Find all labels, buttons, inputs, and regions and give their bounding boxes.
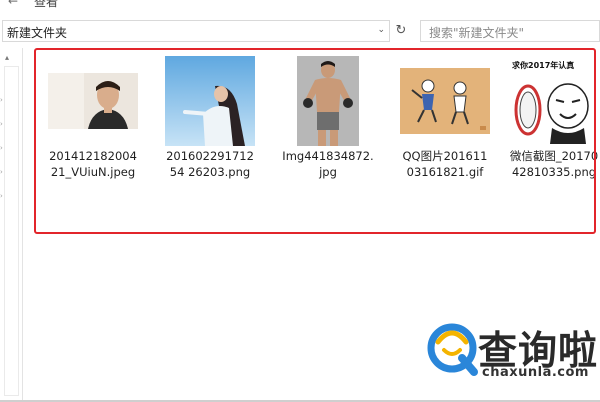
navigation-pane[interactable]: ▴ › › › › › — [0, 48, 23, 402]
expand-chevron-icon[interactable]: › — [0, 168, 3, 176]
tab-view[interactable]: 查看 — [34, 0, 58, 10]
chaxunla-logo: 查询啦 chaxunla.com — [426, 318, 600, 384]
ribbon-strip: ← 查看 — [0, 0, 600, 16]
scroll-up-icon[interactable]: ▴ — [5, 53, 9, 62]
search-placeholder: 搜索"新建文件夹" — [429, 26, 525, 40]
logo-domain: chaxunla.com — [482, 365, 589, 380]
magnifier-logo-icon — [427, 323, 478, 376]
expand-chevron-icon[interactable]: › — [0, 144, 3, 152]
refresh-icon[interactable]: ↻ — [392, 20, 410, 42]
nav-scrollbar[interactable] — [4, 66, 19, 396]
address-path: 新建文件夹 — [7, 26, 68, 40]
expand-chevron-icon[interactable]: › — [0, 120, 3, 128]
expand-chevron-icon[interactable]: › — [0, 96, 3, 104]
chevron-down-icon[interactable]: ⌄ — [377, 25, 385, 35]
back-arrow-icon[interactable]: ← — [8, 0, 18, 8]
address-bar[interactable]: 新建文件夹 ⌄ — [2, 20, 390, 42]
selection-highlight-frame — [34, 48, 596, 234]
expand-chevron-icon[interactable]: › — [0, 192, 3, 200]
search-input[interactable]: 搜索"新建文件夹" — [420, 20, 600, 42]
